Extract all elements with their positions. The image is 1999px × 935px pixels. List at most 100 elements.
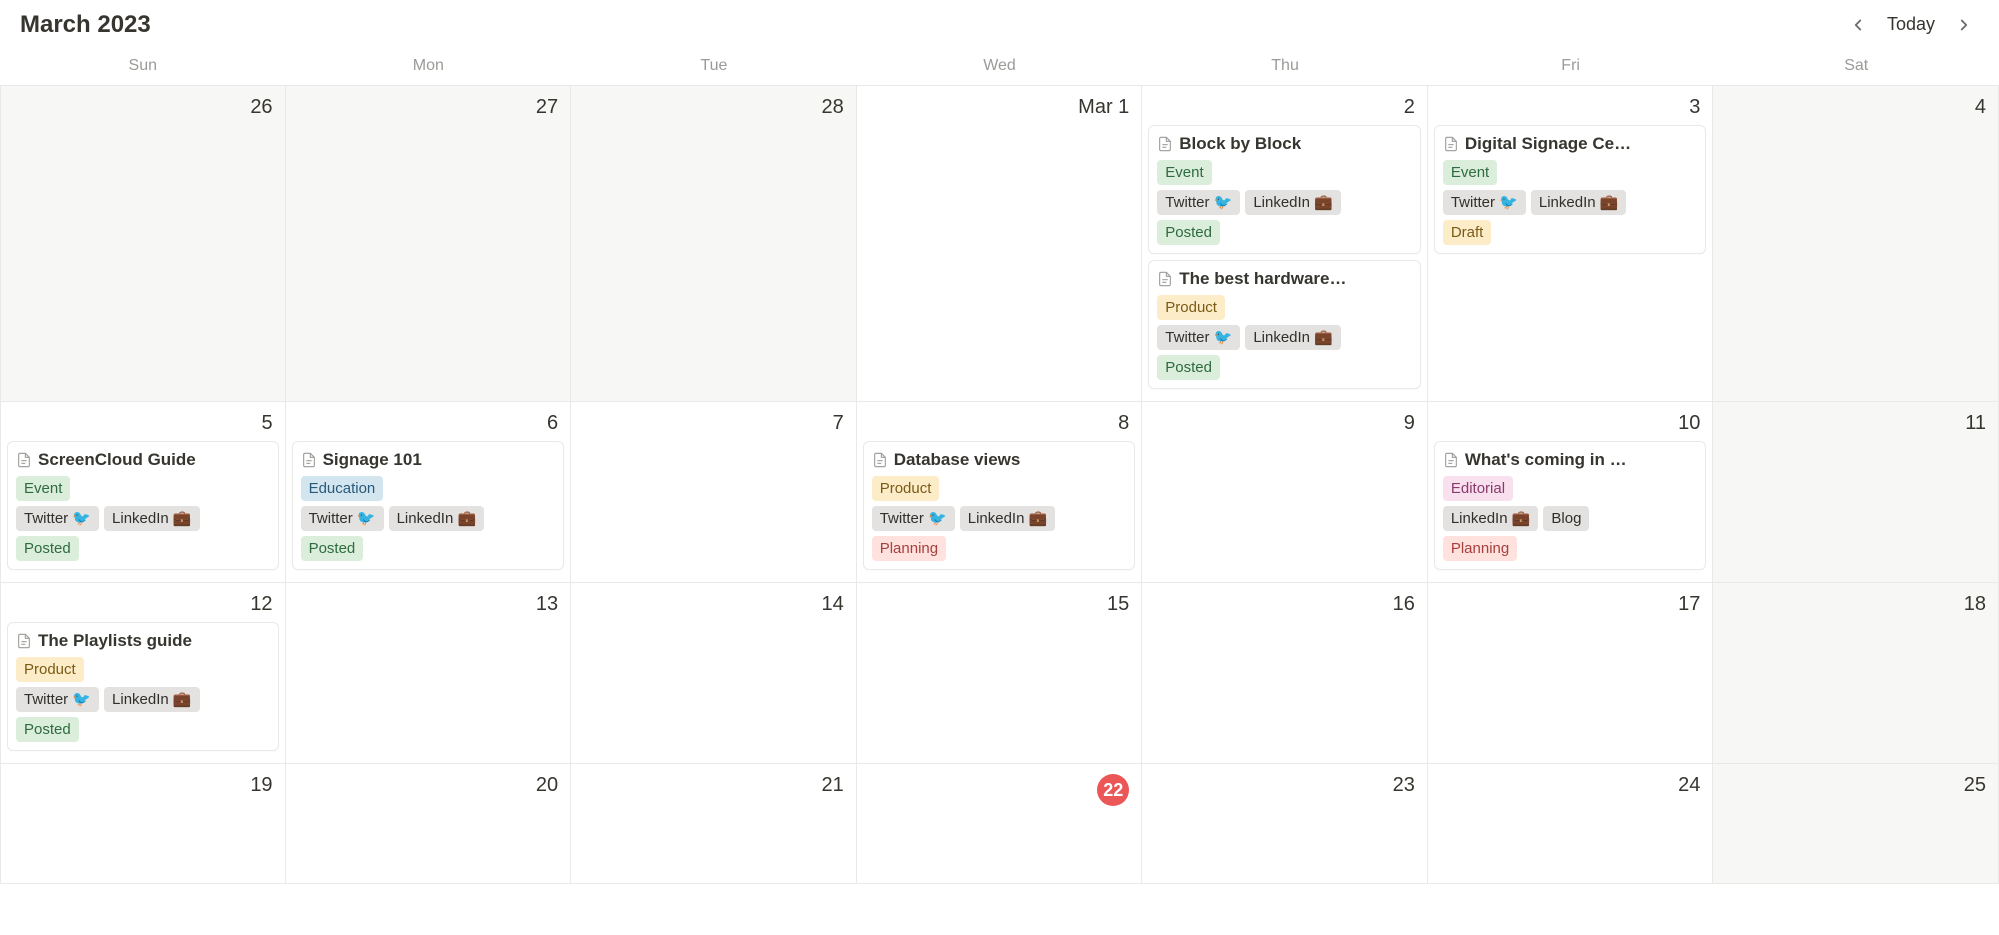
tag-row: Twitter 🐦LinkedIn 💼 (301, 506, 556, 531)
day-cell[interactable]: 9 (1142, 402, 1428, 583)
tag: Blog (1543, 506, 1589, 531)
tag: LinkedIn 💼 (389, 506, 485, 531)
event-title-row: ScreenCloud Guide (16, 450, 270, 470)
tag-row: Posted (1157, 355, 1412, 380)
tag: Editorial (1443, 476, 1513, 501)
day-cell[interactable]: 28 (571, 86, 857, 402)
tag: Planning (872, 536, 946, 561)
tag-row: Product (16, 657, 270, 682)
day-cell[interactable]: 5ScreenCloud GuideEventTwitter 🐦LinkedIn… (0, 402, 286, 583)
day-number: 13 (292, 589, 565, 622)
event-title-row: Block by Block (1157, 134, 1412, 154)
tag: Event (1443, 160, 1497, 185)
day-number: 19 (7, 770, 279, 803)
day-number: 9 (1148, 408, 1421, 441)
tag: Twitter 🐦 (301, 506, 384, 531)
calendar-title: March 2023 (20, 11, 151, 39)
event-card[interactable]: Database viewsProductTwitter 🐦LinkedIn 💼… (863, 441, 1136, 570)
tag: Posted (16, 717, 79, 742)
day-number: 12 (7, 589, 279, 622)
day-cell[interactable]: 14 (571, 583, 857, 764)
day-cell[interactable]: 7 (571, 402, 857, 583)
tag: Twitter 🐦 (1157, 190, 1240, 215)
next-month-button[interactable] (1949, 12, 1979, 38)
event-title: The best hardware… (1179, 269, 1346, 289)
tag: LinkedIn 💼 (1531, 190, 1627, 215)
day-cell[interactable]: 27 (286, 86, 572, 402)
tag-row: Twitter 🐦LinkedIn 💼 (1157, 325, 1412, 350)
tag-row: LinkedIn 💼Blog (1443, 506, 1698, 531)
event-title: Signage 101 (323, 450, 422, 470)
event-card[interactable]: Signage 101 Education Twitter 🐦LinkedIn 💼 P… (292, 441, 565, 570)
tag-row: Draft (1443, 220, 1698, 245)
day-cell[interactable]: 10What's coming in …EditorialLinkedIn 💼B… (1428, 402, 1714, 583)
day-cell[interactable]: 2Block by BlockEventTwitter 🐦LinkedIn 💼P… (1142, 86, 1428, 402)
event-card[interactable]: Digital Signage Ce…EventTwitter 🐦LinkedI… (1434, 125, 1707, 254)
tag-row: Twitter 🐦LinkedIn 💼 (16, 506, 270, 531)
event-card[interactable]: Block by BlockEventTwitter 🐦LinkedIn 💼Po… (1148, 125, 1421, 254)
tag: Draft (1443, 220, 1492, 245)
day-number: 7 (577, 408, 850, 441)
prev-month-button[interactable] (1843, 12, 1873, 38)
day-cell[interactable]: 8Database viewsProductTwitter 🐦LinkedIn … (857, 402, 1143, 583)
day-cell[interactable]: 17 (1428, 583, 1714, 764)
day-number: 15 (863, 589, 1136, 622)
tag-row: Posted (16, 717, 270, 742)
tag: Posted (301, 536, 364, 561)
day-cell[interactable]: 20 (286, 764, 572, 884)
day-of-week-label: Wed (857, 47, 1143, 85)
today-button[interactable]: Today (1879, 10, 1943, 39)
day-cell[interactable]: 26 (0, 86, 286, 402)
event-title-row: The best hardware… (1157, 269, 1412, 289)
day-number: 17 (1434, 589, 1707, 622)
day-cell[interactable]: 23 (1142, 764, 1428, 884)
day-cell[interactable]: 16 (1142, 583, 1428, 764)
tag: LinkedIn 💼 (1245, 325, 1341, 350)
page-icon (301, 452, 317, 468)
day-of-week-label: Fri (1428, 47, 1714, 85)
tag-row: Product (872, 476, 1127, 501)
day-cell[interactable]: 3Digital Signage Ce…EventTwitter 🐦Linked… (1428, 86, 1714, 402)
day-cell[interactable]: 18 (1713, 583, 1999, 764)
day-cell[interactable]: 24 (1428, 764, 1714, 884)
day-cell[interactable]: Mar 1 (857, 86, 1143, 402)
event-card[interactable]: The Playlists guideProductTwitter 🐦Linke… (7, 622, 279, 751)
day-of-week-label: Mon (286, 47, 572, 85)
day-cell[interactable]: 15 (857, 583, 1143, 764)
event-card[interactable]: The best hardware… Product Twitter 🐦Linked… (1148, 260, 1421, 389)
day-cell[interactable]: 25 (1713, 764, 1999, 884)
tag-row: Posted (16, 536, 270, 561)
day-of-week-label: Thu (1142, 47, 1428, 85)
tag-row: Twitter 🐦LinkedIn 💼 (1443, 190, 1698, 215)
tag: LinkedIn 💼 (104, 687, 200, 712)
day-cell[interactable]: 13 (286, 583, 572, 764)
tag: Product (1157, 295, 1225, 320)
day-cell[interactable]: 21 (571, 764, 857, 884)
tag: LinkedIn 💼 (960, 506, 1056, 531)
day-number: 26 (7, 92, 279, 125)
event-card[interactable]: What's coming in …EditorialLinkedIn 💼Blo… (1434, 441, 1707, 570)
event-title: Database views (894, 450, 1021, 470)
tag-row: Event (1443, 160, 1698, 185)
day-number: 27 (292, 92, 565, 125)
day-cell[interactable]: 12The Playlists guideProductTwitter 🐦Lin… (0, 583, 286, 764)
chevron-right-icon (1955, 16, 1973, 34)
day-number: 25 (1719, 770, 1992, 803)
day-number: 6 (292, 408, 565, 441)
tag: LinkedIn 💼 (104, 506, 200, 531)
day-cell[interactable]: 4 (1713, 86, 1999, 402)
tag: Education (301, 476, 384, 501)
day-number: 21 (577, 770, 850, 803)
calendar-nav: Today (1843, 10, 1979, 39)
day-cell[interactable]: 11 (1713, 402, 1999, 583)
page-icon (872, 452, 888, 468)
tag: Twitter 🐦 (1443, 190, 1526, 215)
day-cell[interactable]: 22 (857, 764, 1143, 884)
event-title-row: The Playlists guide (16, 631, 270, 651)
day-cell[interactable]: 6 Signage 101 Education Twitter 🐦LinkedIn 💼… (286, 402, 572, 583)
event-title: Block by Block (1179, 134, 1301, 154)
event-card[interactable]: ScreenCloud GuideEventTwitter 🐦LinkedIn … (7, 441, 279, 570)
day-cell[interactable]: 19 (0, 764, 286, 884)
event-title-row: Signage 101 (301, 450, 556, 470)
tag-row: Posted (1157, 220, 1412, 245)
